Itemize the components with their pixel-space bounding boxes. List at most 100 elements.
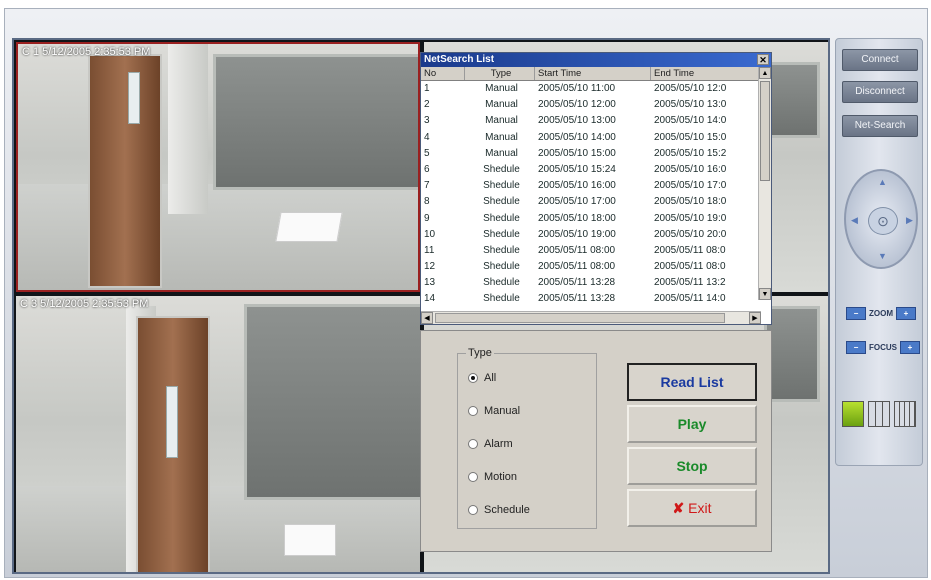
table-cell-start: 2005/05/10 16:00 xyxy=(538,180,616,192)
pan-left-icon[interactable]: ◀ xyxy=(851,215,858,226)
table-cell-type: Shedule xyxy=(483,277,520,289)
column-header-no[interactable]: No xyxy=(421,67,465,80)
layout-4-icon[interactable] xyxy=(842,401,864,427)
table-cell-no: 4 xyxy=(424,131,430,143)
focus-in-button[interactable]: + xyxy=(900,341,920,354)
table-cell-end: 2005/05/11 13:2 xyxy=(654,277,726,289)
pillar xyxy=(168,44,208,214)
wall-panel xyxy=(764,306,820,402)
table-cell-no: 7 xyxy=(424,180,430,192)
table-cell-no: 11 xyxy=(424,244,435,256)
table-cell-end: 2005/05/10 14:0 xyxy=(654,115,727,127)
table-cell-start: 2005/05/11 13:28 xyxy=(538,293,616,305)
camera-view-3[interactable]: C 3 5/12/2005 2:35:53 PM xyxy=(16,296,420,572)
scroll-up-icon[interactable]: ▲ xyxy=(759,67,771,79)
net-search-button[interactable]: Net-Search xyxy=(842,115,918,137)
radio-schedule[interactable]: Schedule xyxy=(468,504,530,516)
pan-right-icon[interactable]: ▶ xyxy=(906,215,913,226)
table-row[interactable]: 8 Shedule 2005/05/10 17:00 2005/05/10 18:0 xyxy=(421,194,771,210)
table-row[interactable]: 13 Shedule 2005/05/11 13:28 2005/05/11 13:2 xyxy=(421,275,771,291)
zoom-label: ZOOM xyxy=(869,309,893,318)
table-cell-end: 2005/05/10 15:2 xyxy=(654,147,727,159)
table-cell-start: 2005/05/10 11:00 xyxy=(538,83,616,94)
table-row[interactable]: 7 Shedule 2005/05/10 16:00 2005/05/10 17:0 xyxy=(421,178,771,194)
table-row[interactable]: 1 Manual 2005/05/10 11:00 2005/05/10 12:0 xyxy=(421,81,771,97)
radio-manual[interactable]: Manual xyxy=(468,405,520,417)
radio-alarm[interactable]: Alarm xyxy=(468,438,513,450)
zoom-out-button[interactable]: − xyxy=(846,307,866,320)
radio-all[interactable]: All xyxy=(468,372,496,384)
exit-button[interactable]: ✘ Exit xyxy=(627,489,757,527)
close-icon[interactable]: ✕ xyxy=(757,54,769,65)
scroll-down-icon[interactable]: ▼ xyxy=(759,288,771,300)
radio-button[interactable] xyxy=(468,505,478,515)
pan-up-icon[interactable]: ▲ xyxy=(878,177,887,187)
wall-panel xyxy=(213,54,418,190)
table-row[interactable]: 6 Shedule 2005/05/10 15:24 2005/05/10 16:0 xyxy=(421,162,771,178)
column-header-start-time[interactable]: Start Time xyxy=(535,67,651,80)
ptz-control[interactable]: ▲ ▼ ◀ ▶ ⊙ xyxy=(844,169,918,269)
table-cell-no: 5 xyxy=(424,147,430,159)
table-row[interactable]: 4 Manual 2005/05/10 14:00 2005/05/10 15:0 xyxy=(421,130,771,146)
table-cell-start: 2005/05/10 18:00 xyxy=(538,212,616,224)
stop-button[interactable]: Stop xyxy=(627,447,757,485)
table-row[interactable]: 12 Shedule 2005/05/11 08:00 2005/05/11 08:0 xyxy=(421,259,771,275)
scroll-left-icon[interactable]: ◀ xyxy=(421,312,433,324)
table-cell-start: 2005/05/11 08:00 xyxy=(538,244,616,256)
radio-button[interactable] xyxy=(468,472,478,482)
dialog-titlebar[interactable]: NetSearch List ✕ xyxy=(421,53,771,67)
table-cell-end: 2005/05/10 20:0 xyxy=(654,228,727,240)
wall-panel xyxy=(764,62,820,138)
table-row[interactable]: 5 Manual 2005/05/10 15:00 2005/05/10 15:2 xyxy=(421,146,771,162)
radio-label: Motion xyxy=(484,471,518,483)
table-cell-start: 2005/05/10 13:00 xyxy=(538,115,616,127)
play-button[interactable]: Play xyxy=(627,405,757,443)
radio-button[interactable] xyxy=(468,406,478,416)
table-row[interactable]: 10 Shedule 2005/05/10 19:00 2005/05/10 20:0 xyxy=(421,227,771,243)
radio-button[interactable] xyxy=(468,439,478,449)
scroll-right-icon[interactable]: ▶ xyxy=(749,312,761,324)
table-cell-no: 14 xyxy=(424,293,436,305)
horizontal-scrollbar[interactable]: ◀ ▶ xyxy=(421,311,761,324)
layout-16-icon[interactable] xyxy=(894,401,916,427)
disconnect-button[interactable]: Disconnect xyxy=(842,81,918,103)
table-row[interactable]: 11 Shedule 2005/05/11 08:00 2005/05/11 08:0 xyxy=(421,243,771,259)
table-cell-type: Shedule xyxy=(483,293,520,305)
table-cell-start: 2005/05/10 14:00 xyxy=(538,131,616,143)
table-row[interactable]: 14 Shedule 2005/05/11 13:28 2005/05/11 14:0 xyxy=(421,291,771,307)
table-cell-no: 8 xyxy=(424,196,430,208)
table-cell-start: 2005/05/11 13:28 xyxy=(538,277,616,289)
read-list-button[interactable]: Read List xyxy=(627,363,757,401)
zoom-in-button[interactable]: + xyxy=(896,307,916,320)
column-header-type[interactable]: Type xyxy=(465,67,535,80)
column-header-end-time[interactable]: End Time xyxy=(651,67,759,80)
layout-9-icon[interactable] xyxy=(868,401,890,427)
table-cell-type: Shedule xyxy=(483,244,520,256)
table-cell-type: Manual xyxy=(485,115,518,127)
radio-label: Manual xyxy=(484,405,521,417)
camera-view-1[interactable]: C 1 5/12/2005 2:35:53 PM xyxy=(16,42,420,292)
table-cell-no: 10 xyxy=(424,228,436,240)
table-header: No Type Start Time End Time xyxy=(421,67,771,81)
connect-button[interactable]: Connect xyxy=(842,49,918,71)
recording-list: 1 Manual 2005/05/10 11:00 2005/05/10 12:0 2 M… xyxy=(421,81,771,311)
table-cell-no: 3 xyxy=(424,115,430,127)
table-cell-end: 2005/05/10 12:0 xyxy=(654,83,727,94)
vertical-scrollbar[interactable]: ▲ ▼ xyxy=(758,67,771,300)
table-cell-no: 1 xyxy=(424,83,430,94)
focus-out-button[interactable]: − xyxy=(846,341,866,354)
table-cell-type: Shedule xyxy=(483,163,520,175)
table-row[interactable]: 3 Manual 2005/05/10 13:00 2005/05/10 14:0 xyxy=(421,113,771,129)
table-row[interactable]: 9 Shedule 2005/05/10 18:00 2005/05/10 19:0 xyxy=(421,211,771,227)
scrollbar-thumb[interactable] xyxy=(435,313,725,323)
focus-label: FOCUS xyxy=(869,343,897,352)
scrollbar-thumb[interactable] xyxy=(760,81,770,181)
table-cell-end: 2005/05/10 17:0 xyxy=(654,180,727,192)
radio-button[interactable] xyxy=(468,373,478,383)
floor xyxy=(18,184,418,290)
table-cell-type: Shedule xyxy=(483,196,520,208)
pan-down-icon[interactable]: ▼ xyxy=(878,251,887,261)
radio-motion[interactable]: Motion xyxy=(468,471,517,483)
table-row[interactable]: 2 Manual 2005/05/10 12:00 2005/05/10 13:0 xyxy=(421,97,771,113)
focus-control: − FOCUS + xyxy=(846,341,920,354)
